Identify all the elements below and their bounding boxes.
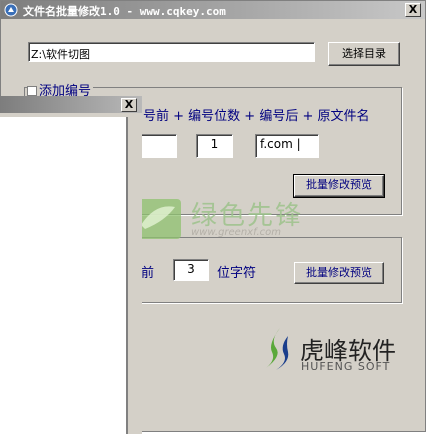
child-window: X [0,96,142,434]
watermark-url: www.greenxf.com [191,227,281,238]
child-content-area[interactable] [0,117,128,434]
trim-preview-button[interactable]: 批量修改预览 [294,262,384,284]
trim-digits-input[interactable]: 3 [173,259,209,281]
trim-text-before: 前 [141,266,155,281]
hufeng-logo-icon [266,328,289,370]
child-scrollbar[interactable] [131,117,142,434]
app-icon [4,3,18,17]
logo-english-name: HUFENG SOFT [301,360,391,373]
number-digits-input[interactable]: 1 [196,134,233,158]
numbering-formula: 号前 + 编号位数 + 编号后 + 原文件名 [143,109,370,124]
child-close-button[interactable]: X [121,98,137,112]
number-suffix-input[interactable]: f.com | [255,134,319,158]
window-title: 文件名批量修改1.0 - www.cqkey.com [23,5,226,18]
choose-directory-button[interactable]: 选择目录 [328,42,400,66]
child-title-bar[interactable]: X [0,96,142,113]
close-button[interactable]: X [405,3,421,17]
numbering-preview-button[interactable]: 批量修改预览 [293,174,385,198]
trim-text-after: 位字符 [217,266,257,281]
title-bar[interactable]: 文件名批量修改1.0 - www.cqkey.com X [1,1,425,19]
add-numbering-checkbox[interactable] [27,86,37,96]
directory-path-input[interactable]: Z:\软件切图 [28,42,315,62]
